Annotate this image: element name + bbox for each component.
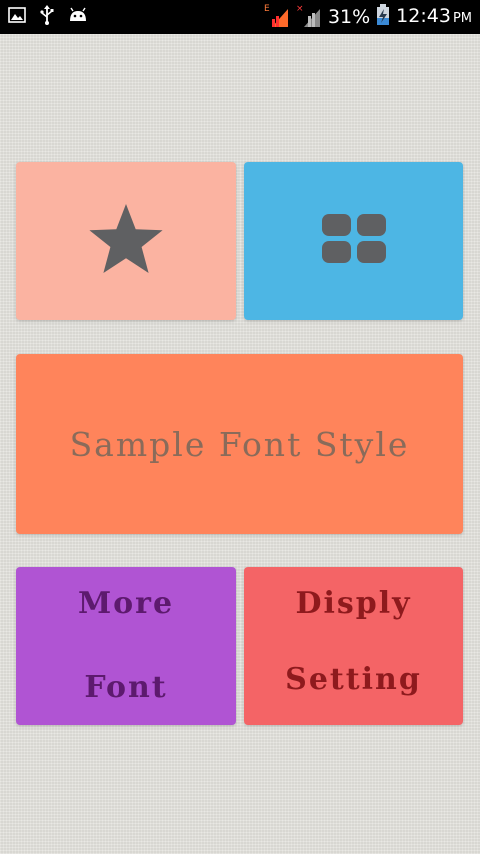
status-icons: E × 31% 12:43 PM	[264, 0, 472, 34]
more-font-line-1: More	[77, 586, 175, 621]
status-bar: E × 31% 12:43 PM	[0, 0, 480, 34]
clock: 12:43 PM	[396, 0, 472, 36]
display-setting-line-1: Disply	[295, 586, 412, 621]
image-notification-icon	[8, 7, 26, 27]
clock-suffix: PM	[452, 10, 472, 26]
display-setting-label: Disply Setting	[285, 547, 422, 737]
grid-icon	[321, 214, 386, 268]
more-font-line-2: Font	[84, 670, 168, 705]
favorite-tile[interactable]	[16, 162, 236, 320]
battery-percent: 31%	[327, 6, 371, 28]
notification-icons	[8, 0, 88, 34]
display-setting-line-2: Setting	[285, 662, 422, 697]
more-font-label: More Font	[78, 541, 174, 751]
usb-icon	[40, 5, 54, 29]
more-font-button[interactable]: More Font	[16, 567, 236, 725]
battery-icon	[376, 4, 390, 30]
star-icon	[86, 202, 166, 280]
signal-1-icon: E	[264, 4, 290, 29]
signal-2-icon: ×	[296, 4, 322, 29]
sample-font-text: Sample Font Style	[69, 424, 410, 464]
sample-font-tile[interactable]: Sample Font Style	[16, 354, 463, 534]
android-debug-icon	[68, 7, 88, 27]
clock-time: 12:43	[396, 4, 451, 27]
collection-tile[interactable]	[244, 162, 463, 320]
display-setting-button[interactable]: Disply Setting	[244, 567, 463, 725]
